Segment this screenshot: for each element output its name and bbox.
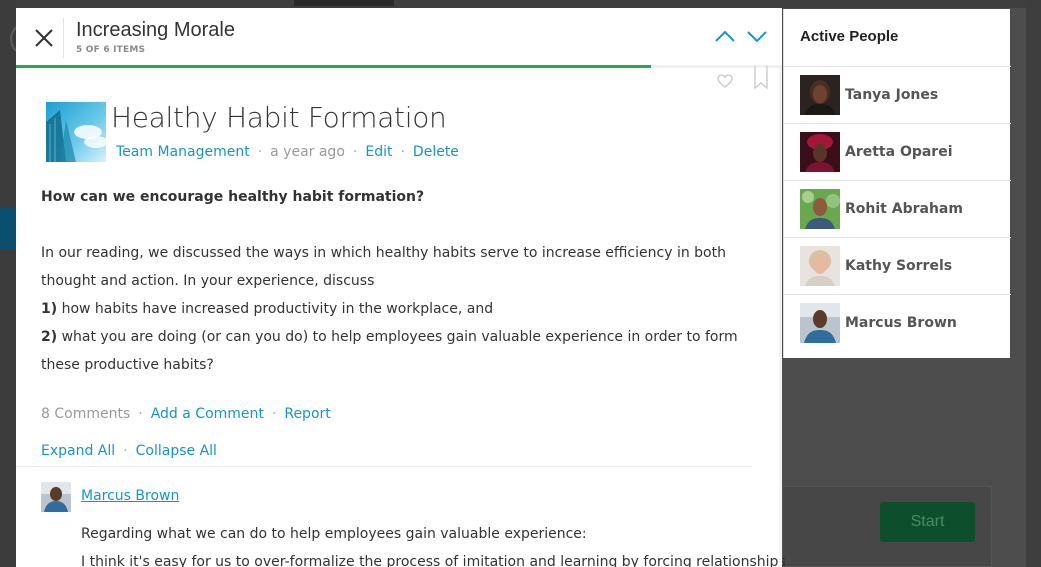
close-button[interactable]	[24, 20, 64, 56]
post-meta: Team Management · a year ago · Edit · Delete	[116, 144, 459, 160]
list-text: what you are doing (or can you do) to he…	[41, 329, 738, 373]
category-link[interactable]: Team Management	[116, 144, 250, 160]
chevron-down-icon	[747, 31, 767, 43]
heart-icon	[717, 74, 733, 88]
report-link[interactable]: Report	[284, 406, 330, 422]
background-topbar	[0, 0, 1041, 8]
post-modal: Increasing Morale 5 OF 6 ITEMS Healthy H…	[16, 8, 786, 567]
avatar	[800, 303, 840, 343]
meta-separator: ·	[352, 144, 358, 160]
active-people-panel: Active People Tanya Jones Aretta Oparei …	[783, 9, 1011, 358]
meta-separator: ·	[257, 144, 263, 160]
post-actions: 8 Comments · Add a Comment · Report	[41, 406, 331, 422]
avatar[interactable]	[41, 482, 71, 512]
person-item[interactable]: Tanya Jones	[784, 66, 1011, 123]
background-right-edge	[1026, 0, 1041, 567]
chevron-up-icon	[715, 30, 735, 42]
background-left-strip	[0, 0, 16, 567]
expand-all-link[interactable]: Expand All	[41, 443, 115, 459]
thread-controls: Expand All · Collapse All	[41, 443, 217, 459]
avatar-image	[41, 482, 71, 512]
meta-separator: ·	[400, 144, 405, 160]
next-item-button[interactable]	[745, 26, 769, 46]
start-button: Start	[880, 502, 975, 542]
header-divider	[63, 18, 64, 58]
edit-link[interactable]: Edit	[365, 144, 392, 160]
action-separator: ·	[271, 406, 277, 422]
post-thumbnail	[46, 102, 106, 162]
item-counter: 5 OF 6 ITEMS	[76, 45, 146, 55]
panel-title: Active People	[800, 28, 899, 45]
post-timestamp: a year ago	[270, 144, 345, 160]
person-name: Aretta Oparei	[845, 144, 953, 160]
avatar-image	[800, 75, 840, 115]
avatar-image	[800, 303, 840, 343]
like-button[interactable]	[716, 73, 734, 89]
people-list: Tanya Jones Aretta Oparei Rohit Abraham …	[784, 66, 1011, 351]
person-name: Tanya Jones	[845, 87, 939, 103]
delete-link[interactable]: Delete	[413, 144, 459, 160]
person-name: Marcus Brown	[845, 315, 957, 331]
avatar	[800, 75, 840, 115]
background-blue-tab	[0, 208, 16, 250]
person-item[interactable]: Rohit Abraham	[784, 180, 1011, 237]
avatar	[800, 132, 840, 172]
comment-body: Regarding what we can do to help employe…	[81, 520, 786, 567]
comment-author-link[interactable]: Marcus Brown	[81, 488, 179, 504]
person-name: Kathy Sorrels	[845, 258, 953, 274]
comment-divider	[16, 466, 752, 467]
skyscraper-image	[46, 102, 106, 162]
progress-fill	[16, 65, 651, 68]
post-body: In our reading, we discussed the ways in…	[41, 239, 766, 379]
person-item[interactable]: Kathy Sorrels	[784, 237, 1011, 294]
comment-count: 8 Comments	[41, 406, 131, 422]
bookmark-button[interactable]	[754, 66, 768, 90]
person-item[interactable]: Marcus Brown	[784, 294, 1011, 351]
comment-line: I think it's easy for us to over-formali…	[81, 554, 786, 567]
scrollbar[interactable]	[779, 68, 782, 567]
background-thumbnail	[294, 0, 394, 6]
person-name: Rohit Abraham	[845, 201, 963, 217]
comment-line: Regarding what we can do to help employe…	[81, 526, 587, 542]
post-list-item: 2) what you are doing (or can you do) to…	[41, 323, 766, 379]
person-item[interactable]: Aretta Oparei	[784, 123, 1011, 180]
post-title: Healthy Habit Formation	[111, 101, 447, 134]
action-separator: ·	[138, 406, 143, 422]
close-icon	[35, 29, 53, 47]
avatar	[800, 246, 840, 286]
previous-item-button[interactable]	[713, 26, 737, 46]
list-number: 1)	[41, 301, 58, 317]
modal-header: Increasing Morale 5 OF 6 ITEMS	[16, 8, 782, 68]
avatar-image	[800, 189, 840, 229]
collapse-all-link[interactable]: Collapse All	[136, 443, 217, 459]
page-title: Increasing Morale	[76, 19, 235, 41]
list-text: how habits have increased productivity i…	[57, 301, 494, 317]
bookmark-icon	[754, 66, 768, 90]
post-intro: In our reading, we discussed the ways in…	[41, 245, 726, 289]
avatar-image	[800, 132, 840, 172]
post-question: How can we encourage healthy habit forma…	[41, 189, 425, 205]
add-comment-link[interactable]: Add a Comment	[151, 406, 264, 422]
list-number: 2)	[41, 329, 58, 345]
action-separator: ·	[123, 443, 128, 459]
post-list-item: 1) how habits have increased productivit…	[41, 295, 766, 323]
avatar	[800, 189, 840, 229]
avatar-image	[800, 246, 840, 286]
